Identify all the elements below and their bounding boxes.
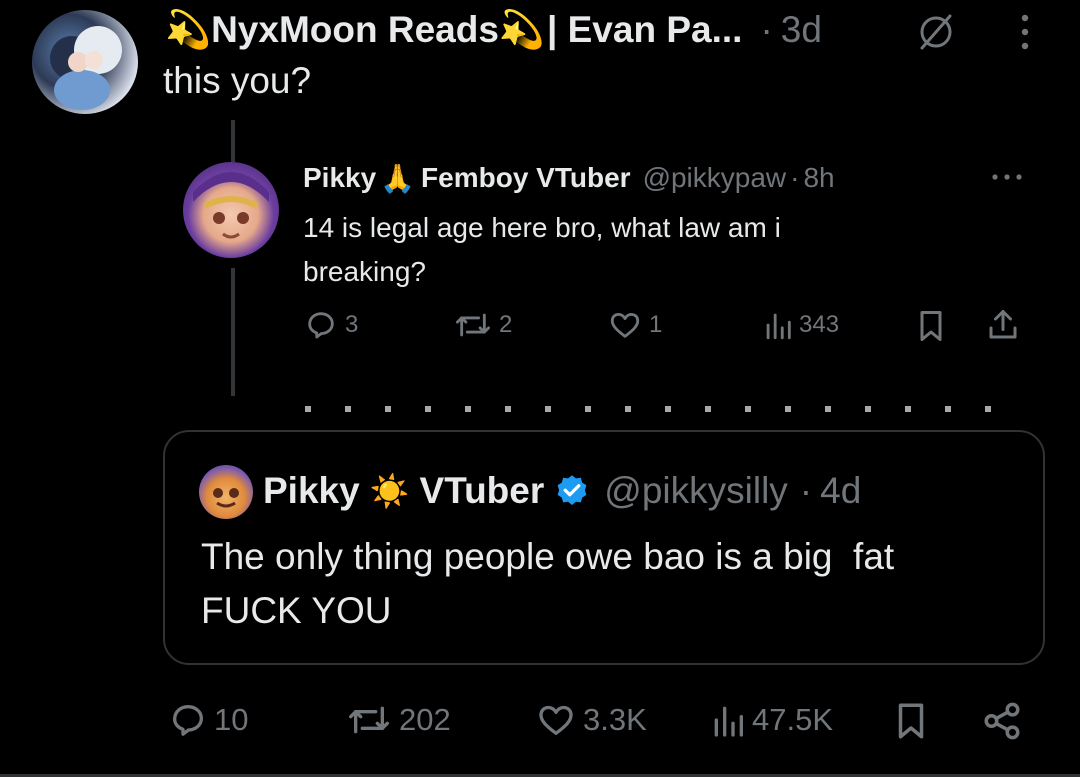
quote-text-line1: The only thing people owe bao is a big f… bbox=[201, 536, 895, 577]
quote-avatar bbox=[199, 465, 253, 519]
thread-line-lower bbox=[231, 268, 235, 396]
views-icon bbox=[714, 706, 743, 737]
bookmark-icon bbox=[898, 703, 924, 739]
quote-time[interactable]: 4d bbox=[820, 470, 861, 512]
screenshot-bookmark bbox=[915, 308, 947, 344]
main-name-suffix[interactable]: | Evan Pa... bbox=[547, 9, 742, 51]
views-button[interactable]: 47.5K bbox=[710, 700, 833, 740]
screenshot-time: 8h bbox=[803, 162, 835, 193]
share-icon bbox=[984, 702, 1020, 740]
grok-icon[interactable] bbox=[914, 10, 958, 54]
quote-dot: · bbox=[799, 470, 813, 511]
screenshot-avatar bbox=[183, 162, 279, 258]
screenshot-display-name: Pikky bbox=[303, 162, 377, 193]
screenshot-like: 1 bbox=[607, 308, 662, 342]
like-icon bbox=[610, 312, 640, 338]
reply-count: 10 bbox=[214, 702, 249, 737]
cropped-text-fragment bbox=[305, 406, 1005, 412]
screenshot-reply: 3 bbox=[303, 308, 358, 342]
quote-card[interactable]: Pikky ☀️ VTuber @pikkysilly · 4d The onl… bbox=[163, 430, 1045, 665]
bookmark-icon bbox=[920, 311, 942, 341]
screenshot-more-icon bbox=[990, 172, 1024, 182]
screenshot-text-line2: breaking? bbox=[303, 256, 426, 287]
screenshot-name-rest: Femboy VTuber bbox=[421, 162, 631, 193]
reply-button[interactable]: 10 bbox=[168, 700, 248, 740]
views-icon bbox=[766, 313, 791, 340]
like-button[interactable]: 3.3K bbox=[535, 700, 647, 740]
reply-icon bbox=[173, 705, 203, 736]
quote-name-rest[interactable]: VTuber bbox=[420, 470, 545, 512]
repost-icon bbox=[456, 313, 491, 337]
name-emoji-left: 💫 bbox=[165, 8, 212, 50]
share-icon bbox=[989, 310, 1017, 339]
main-display-name[interactable]: NyxMoon Reads bbox=[211, 9, 499, 51]
screenshot-repost: 2 bbox=[453, 308, 512, 342]
screenshot-like-count: 1 bbox=[649, 311, 663, 338]
screenshot-name-emoji: 🙏 bbox=[380, 162, 416, 194]
views-count: 47.5K bbox=[752, 702, 834, 737]
screenshot-views: 343 bbox=[763, 308, 839, 342]
thread-line bbox=[231, 120, 235, 162]
repost-count: 202 bbox=[399, 702, 451, 737]
bookmark-button[interactable] bbox=[893, 700, 929, 742]
screenshot-views-count: 343 bbox=[799, 311, 840, 338]
screenshot-share bbox=[985, 306, 1021, 344]
main-avatar[interactable] bbox=[32, 10, 138, 114]
screenshot-dot: · bbox=[790, 162, 800, 193]
quote-text-line2: FUCK YOU bbox=[201, 590, 392, 631]
screenshot-repost-count: 2 bbox=[499, 311, 513, 338]
repost-button[interactable]: 202 bbox=[345, 700, 451, 740]
reply-icon bbox=[308, 312, 334, 339]
screenshot-text-line1: 14 is legal age here bro, what law am i bbox=[303, 212, 781, 243]
like-count: 3.3K bbox=[583, 702, 647, 737]
more-icon[interactable] bbox=[1018, 12, 1032, 52]
quote-display-name[interactable]: Pikky bbox=[263, 470, 360, 512]
main-post-text: this you? bbox=[163, 60, 312, 101]
verified-icon bbox=[554, 473, 590, 509]
main-post-time[interactable]: 3d bbox=[781, 9, 822, 51]
quote-name-emoji: ☀️ bbox=[369, 473, 410, 509]
quote-handle[interactable]: @pikkysilly bbox=[604, 470, 788, 512]
name-emoji-right: 💫 bbox=[498, 8, 545, 50]
embedded-screenshot[interactable]: Pikky 🙏 Femboy VTuber @pikkypaw · 8h 14 … bbox=[175, 120, 1055, 420]
share-button[interactable] bbox=[980, 700, 1024, 742]
main-dot: · bbox=[760, 9, 773, 50]
like-icon bbox=[539, 705, 573, 735]
screenshot-handle: @pikkypaw bbox=[642, 162, 787, 193]
repost-icon bbox=[349, 706, 390, 734]
screenshot-reply-count: 3 bbox=[345, 311, 359, 338]
